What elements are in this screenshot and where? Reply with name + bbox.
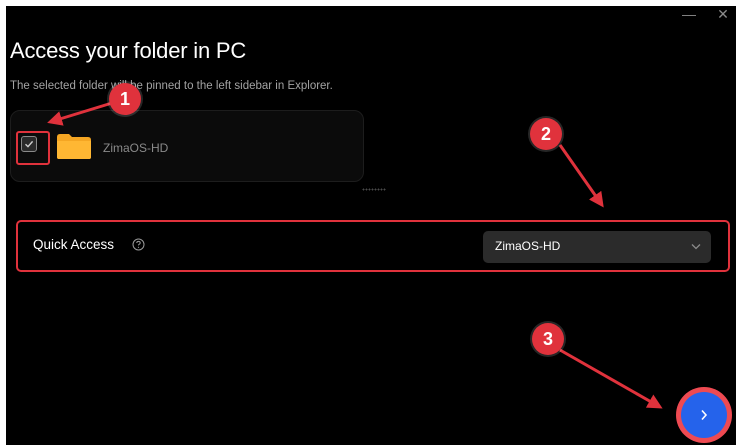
folder-name: ZimaOS-HD xyxy=(103,141,169,155)
folder-icon xyxy=(57,134,91,159)
folder-card: ZimaOS-HD xyxy=(10,110,364,182)
next-button[interactable] xyxy=(681,392,727,438)
quick-access-label: Quick Access xyxy=(33,237,115,252)
page-subtitle: The selected folder will be pinned to th… xyxy=(10,80,333,92)
minimize-icon[interactable]: — xyxy=(682,6,696,23)
quick-access-row: Quick Access ZimaOS-HD xyxy=(16,220,730,272)
resize-handle[interactable] xyxy=(362,188,386,191)
next-button-highlight xyxy=(676,387,732,443)
app-window: — ✕ Access your folder in PC The selecte… xyxy=(6,6,736,445)
chevron-right-icon xyxy=(701,409,708,421)
step-badge-2: 2 xyxy=(530,118,562,150)
question-circle-icon[interactable] xyxy=(132,238,145,251)
quick-access-select[interactable]: ZimaOS-HD xyxy=(483,231,711,263)
close-icon[interactable]: ✕ xyxy=(716,6,730,23)
window-controls: — ✕ xyxy=(682,6,730,23)
checkbox-highlight-box xyxy=(16,131,50,165)
step-badge-1: 1 xyxy=(109,83,141,115)
quick-access-select-value: ZimaOS-HD xyxy=(495,239,561,253)
chevron-down-icon xyxy=(691,244,701,250)
page-title: Access your folder in PC xyxy=(10,38,247,63)
step-badge-3: 3 xyxy=(532,323,564,355)
